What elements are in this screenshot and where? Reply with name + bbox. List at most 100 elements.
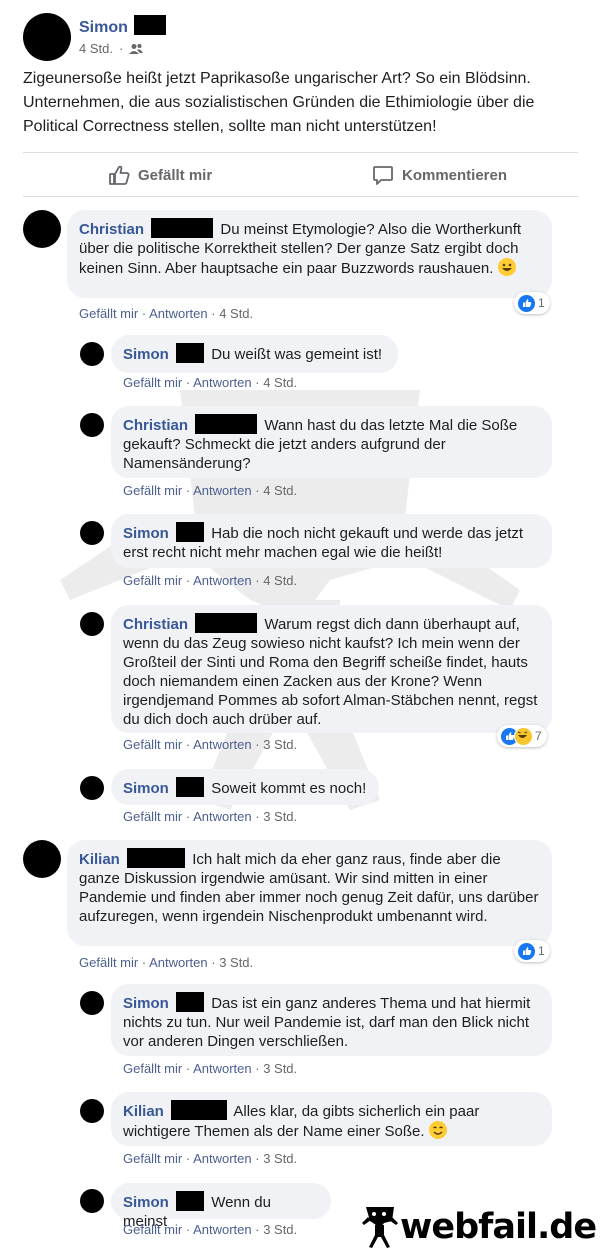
smile-emoji-icon (428, 1121, 447, 1139)
comment-time[interactable]: 3 Std. (263, 809, 297, 824)
comment-time[interactable]: 4 Std. (263, 573, 297, 588)
webfail-logo: webfail.de (362, 1205, 597, 1249)
webfail-mascot-icon (362, 1207, 398, 1248)
reply-avatar[interactable] (80, 612, 104, 636)
reply-avatar[interactable] (80, 1099, 104, 1123)
reaction-count: 1 (538, 944, 545, 958)
comment-reply-link[interactable]: Antworten (193, 737, 252, 752)
comment-avatar[interactable] (23, 840, 61, 878)
redacted-name (151, 218, 214, 238)
comment-bubble: Christian Du meinst Etymologie? Also die… (67, 210, 552, 298)
comment-meta: Gefällt mir · Antworten · 3 Std. (123, 1061, 298, 1076)
comment-author[interactable]: Simon (123, 525, 169, 542)
reply-avatar[interactable] (80, 1189, 104, 1213)
laugh-reaction-icon (514, 726, 533, 746)
post-author-name[interactable]: Simon (79, 15, 167, 37)
post-author-avatar[interactable] (23, 13, 71, 61)
comment-author[interactable]: Simon (123, 995, 169, 1012)
like-reaction-icon (517, 293, 536, 313)
reply-bubble: Simon Hab die noch nicht gekauft und wer… (111, 514, 552, 568)
comment-reply-link[interactable]: Antworten (149, 306, 208, 321)
comment-time[interactable]: 4 Std. (219, 306, 253, 321)
comment-meta: Gefällt mir · Antworten · 4 Std. (123, 573, 298, 588)
comment-icon (373, 166, 393, 185)
post-meta: 4 Std. · (79, 41, 144, 56)
comment-reply-link[interactable]: Antworten (193, 1151, 252, 1166)
comment-meta: Gefällt mir · Antworten · 3 Std. (123, 737, 298, 752)
like-label: Gefällt mir (138, 166, 213, 184)
comment-like-link[interactable]: Gefällt mir (123, 483, 182, 498)
redacted-name (195, 414, 258, 434)
reply-avatar[interactable] (80, 413, 104, 437)
comment-author[interactable]: Christian (123, 417, 188, 434)
comment-like-link[interactable]: Gefällt mir (123, 737, 182, 752)
reaction-summary[interactable]: 1 (514, 940, 550, 962)
reply-bubble: Simon Wenn du meinst (111, 1183, 331, 1230)
reaction-summary[interactable]: 1 (514, 292, 550, 314)
comment-reply-link[interactable]: Antworten (193, 1222, 252, 1237)
reply-bubble: Christian Warum regst dich dann überhaup… (111, 605, 552, 733)
comment-label: Kommentieren (402, 166, 508, 184)
comment-author[interactable]: Simon (123, 780, 169, 797)
comment-avatar[interactable] (23, 210, 61, 248)
comment-author[interactable]: Simon (123, 1194, 169, 1211)
comment-like-link[interactable]: Gefällt mir (123, 1061, 182, 1076)
comment-text: Du weißt was gemeint ist! (211, 346, 383, 363)
comment-meta: Gefällt mir · Antworten · 4 Std. (123, 483, 298, 498)
reaction-summary[interactable]: 7 (497, 725, 547, 747)
comment-time[interactable]: 3 Std. (263, 1222, 297, 1237)
comment-time[interactable]: 3 Std. (263, 1061, 297, 1076)
comment-meta: Gefällt mir · Antworten · 3 Std. (123, 1151, 298, 1166)
redacted-name (176, 992, 205, 1012)
comment-like-link[interactable]: Gefällt mir (123, 1151, 182, 1166)
redacted-name (176, 777, 205, 797)
webfail-logo-text: webfail.de (400, 1207, 597, 1247)
comment-reply-link[interactable]: Antworten (193, 375, 252, 390)
reply-bubble: Kilian Alles klar, da gibts sicherlich e… (111, 1092, 552, 1146)
reaction-count: 7 (535, 729, 542, 743)
comment-reply-link[interactable]: Antworten (193, 573, 252, 588)
comment-like-link[interactable]: Gefällt mir (79, 955, 138, 970)
comment-like-link[interactable]: Gefällt mir (123, 809, 182, 824)
comment-reply-link[interactable]: Antworten (193, 483, 252, 498)
thumbs-up-icon (109, 165, 130, 185)
reply-avatar[interactable] (80, 342, 104, 366)
comment-like-link[interactable]: Gefällt mir (123, 1222, 182, 1237)
post-time[interactable]: 4 Std. (79, 41, 113, 56)
comment-time[interactable]: 4 Std. (263, 375, 297, 390)
comment-like-link[interactable]: Gefällt mir (79, 306, 138, 321)
divider-top (23, 152, 578, 153)
comment-reply-link[interactable]: Antworten (193, 1061, 252, 1076)
comment-text: Du meinst Etymologie? Also die Wortherku… (79, 221, 522, 277)
redacted-name (176, 522, 205, 542)
comment-bubble: Kilian Ich halt mich da eher ganz raus, … (67, 840, 552, 946)
comment-reply-link[interactable]: Antworten (193, 809, 252, 824)
comment-meta: Gefällt mir · Antworten · 3 Std. (123, 1222, 298, 1237)
comment-author[interactable]: Christian (123, 616, 188, 633)
post-text: Zigeunersoße heißt jetzt Paprikasoße ung… (23, 70, 535, 135)
reply-avatar[interactable] (80, 521, 104, 545)
comment-button[interactable]: Kommentieren (372, 164, 507, 186)
comment-time[interactable]: 3 Std. (263, 1151, 297, 1166)
divider-bottom (23, 196, 578, 197)
comment-author[interactable]: Kilian (123, 1103, 164, 1120)
like-button[interactable]: Gefällt mir (108, 164, 212, 186)
comment-like-link[interactable]: Gefällt mir (123, 573, 182, 588)
comment-time[interactable]: 3 Std. (219, 955, 253, 970)
comment-meta: Gefällt mir · Antworten · 4 Std. (123, 375, 298, 390)
friends-icon (129, 43, 144, 54)
comment-time[interactable]: 3 Std. (263, 737, 297, 752)
redacted-name (171, 1100, 228, 1120)
comment-like-link[interactable]: Gefällt mir (123, 375, 182, 390)
reply-bubble: Simon Du weißt was gemeint ist! (111, 335, 398, 373)
reply-bubble: Simon Das ist ein ganz anderes Thema und… (111, 984, 552, 1056)
reply-avatar[interactable] (80, 776, 104, 800)
comment-author[interactable]: Kilian (79, 851, 120, 868)
reply-avatar[interactable] (80, 991, 104, 1015)
comment-text: Soweit kommt es noch! (211, 780, 367, 797)
comment-author[interactable]: Christian (79, 221, 144, 238)
comment-author[interactable]: Simon (123, 346, 169, 363)
reply-bubble: Simon Soweit kommt es noch! (111, 769, 379, 805)
comment-reply-link[interactable]: Antworten (149, 955, 208, 970)
comment-time[interactable]: 4 Std. (263, 483, 297, 498)
